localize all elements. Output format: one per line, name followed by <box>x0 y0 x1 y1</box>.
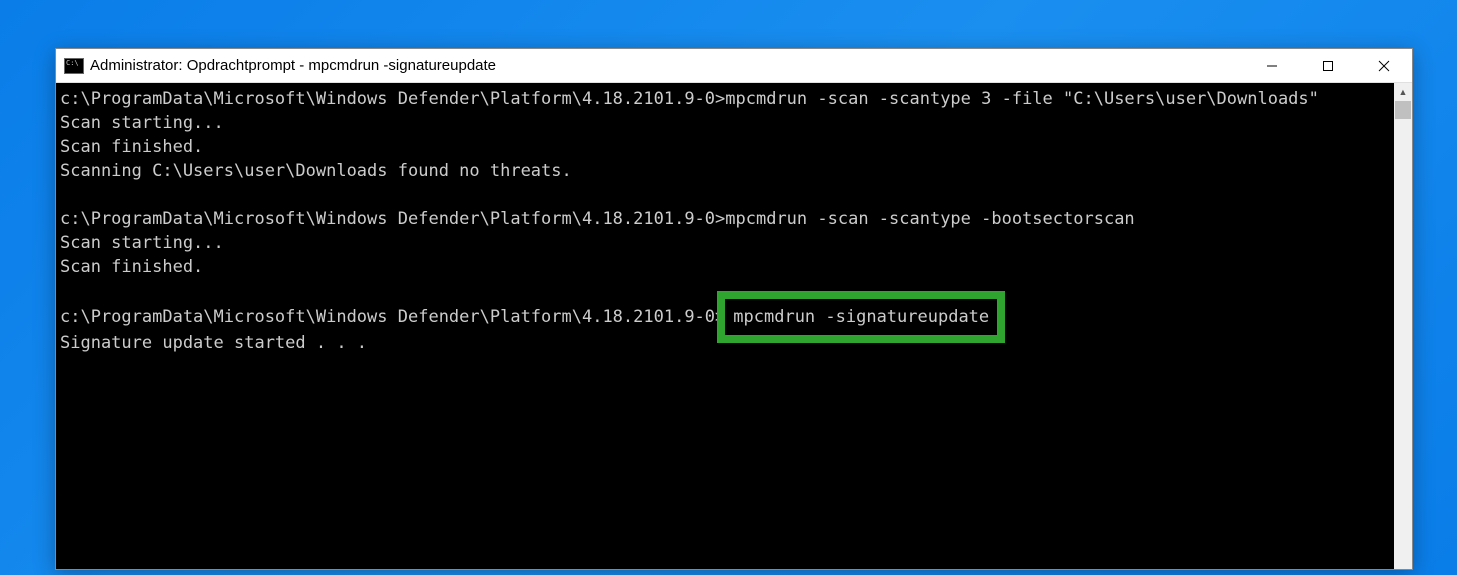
minimize-button[interactable] <box>1244 49 1300 82</box>
prompt-path: c:\ProgramData\Microsoft\Windows Defende… <box>60 307 725 327</box>
window-controls <box>1244 49 1412 82</box>
terminal-area: c:\ProgramData\Microsoft\Windows Defende… <box>56 83 1412 569</box>
maximize-button[interactable] <box>1300 49 1356 82</box>
scroll-up-arrow-icon[interactable]: ▲ <box>1394 83 1412 101</box>
output-line: Scan finished. <box>60 257 203 277</box>
cmd-icon <box>64 58 84 74</box>
output-line: c:\ProgramData\Microsoft\Windows Defende… <box>60 209 1135 229</box>
output-line: Scan starting... <box>60 233 224 253</box>
command-prompt-window: Administrator: Opdrachtprompt - mpcmdrun… <box>55 48 1413 570</box>
titlebar[interactable]: Administrator: Opdrachtprompt - mpcmdrun… <box>56 49 1412 83</box>
output-line: Signature update started . . . <box>60 333 367 353</box>
terminal-output[interactable]: c:\ProgramData\Microsoft\Windows Defende… <box>56 83 1394 569</box>
output-line: Scanning C:\Users\user\Downloads found n… <box>60 161 572 181</box>
output-line: Scan starting... <box>60 113 224 133</box>
scroll-thumb[interactable] <box>1395 101 1411 119</box>
highlighted-command: mpcmdrun -signatureupdate <box>717 291 1005 343</box>
output-line: c:\ProgramData\Microsoft\Windows Defende… <box>60 89 1319 109</box>
close-button[interactable] <box>1356 49 1412 82</box>
window-title: Administrator: Opdrachtprompt - mpcmdrun… <box>90 57 1244 74</box>
vertical-scrollbar[interactable]: ▲ <box>1394 83 1412 569</box>
output-line: Scan finished. <box>60 137 203 157</box>
